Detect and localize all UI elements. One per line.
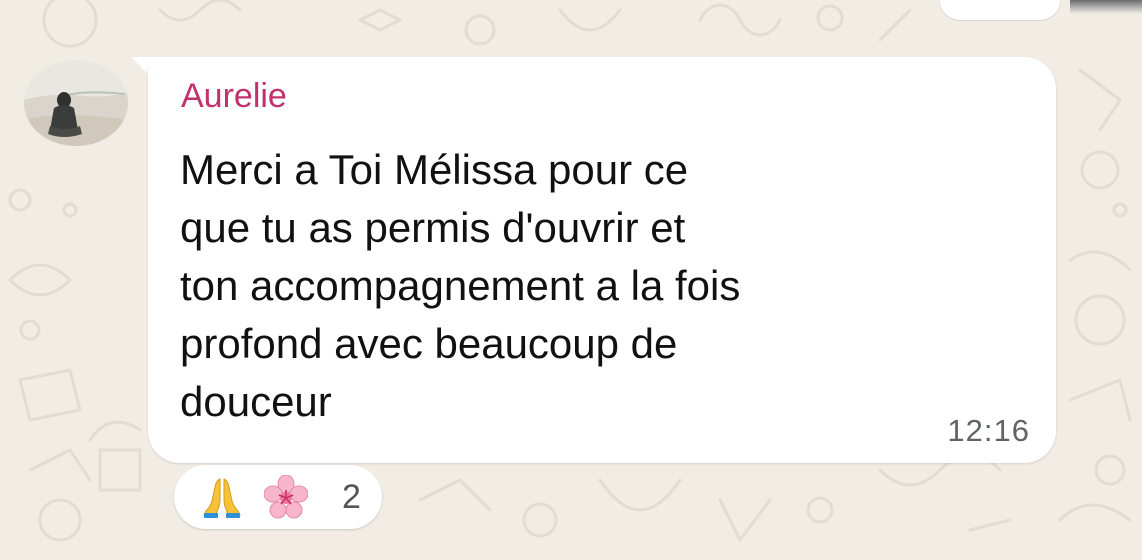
message-timestamp: 12:16 bbox=[947, 413, 1030, 448]
previous-message-bubble bbox=[940, 0, 1060, 20]
folded-hands-icon bbox=[203, 478, 241, 518]
avatar[interactable] bbox=[24, 60, 128, 146]
reaction-count: 2 bbox=[342, 478, 361, 516]
sender-name[interactable]: Aurelie bbox=[181, 77, 287, 116]
avatar-photo bbox=[24, 60, 128, 146]
top-edge-shadow bbox=[1070, 0, 1142, 14]
cherry-blossom-icon bbox=[264, 475, 308, 519]
message-bubble[interactable]: Aurelie Merci a Toi Mélissa pour ce que … bbox=[148, 57, 1056, 463]
message-text: Merci a Toi Mélissa pour ce que tu as pe… bbox=[180, 146, 741, 425]
reactions-pill[interactable]: 2 bbox=[174, 465, 382, 529]
